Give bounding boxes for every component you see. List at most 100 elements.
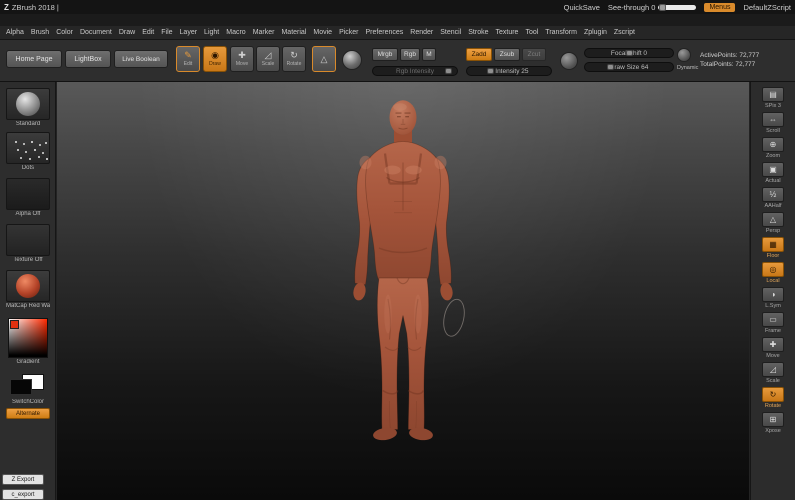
- scale-mode-button[interactable]: ◿ Scale: [256, 46, 280, 72]
- menu-stroke[interactable]: Stroke: [468, 29, 488, 36]
- z-intensity-slider[interactable]: Z Intensity 25: [466, 66, 552, 76]
- title-bar: Z ZBrush 2018 | QuickSave See-through 0 …: [0, 0, 795, 14]
- menu-zplugin[interactable]: Zplugin: [584, 29, 607, 36]
- menu-color[interactable]: Color: [56, 29, 73, 36]
- spix-slider[interactable]: ▤ SPix 3: [759, 87, 787, 109]
- see-through-track[interactable]: [658, 3, 697, 11]
- current-texture[interactable]: Texture Off: [6, 224, 50, 263]
- perspective-button[interactable]: △ Persp: [759, 212, 787, 234]
- lightbox-button[interactable]: LightBox: [65, 50, 111, 68]
- draw-mode-button[interactable]: ◉ Draw: [203, 46, 227, 72]
- menu-document[interactable]: Document: [80, 29, 112, 36]
- live-boolean-button[interactable]: Live Boolean: [114, 50, 168, 68]
- current-brush[interactable]: Standard: [6, 88, 50, 127]
- switch-color-swatches[interactable]: [6, 374, 50, 398]
- edit-mode-button[interactable]: ✎ Edit: [176, 46, 200, 72]
- menu-transform[interactable]: Transform: [545, 29, 577, 36]
- z-export-button[interactable]: Z Export: [2, 474, 44, 485]
- menu-draw[interactable]: Draw: [119, 29, 135, 36]
- menu-brush[interactable]: Brush: [31, 29, 49, 36]
- menu-picker[interactable]: Picker: [339, 29, 358, 36]
- menu-preferences[interactable]: Preferences: [366, 29, 404, 36]
- rgb-intensity-slider[interactable]: Rgb Intensity: [372, 66, 458, 76]
- focal-shift-icon[interactable]: [560, 52, 578, 70]
- top-shelf: Home Page LightBox Live Boolean ✎ Edit ◉…: [0, 40, 795, 82]
- menu-alpha[interactable]: Alpha: [6, 29, 24, 36]
- draw-size-slider[interactable]: Draw Size 64: [584, 62, 674, 72]
- frame-icon: ▭: [762, 312, 784, 327]
- rgb-button[interactable]: Rgb: [400, 48, 420, 61]
- menu-marker[interactable]: Marker: [253, 29, 275, 36]
- default-zscript-button[interactable]: DefaultZScript: [743, 3, 791, 12]
- zbrush-window: Z ZBrush 2018 | QuickSave See-through 0 …: [0, 0, 795, 500]
- sculpt-model[interactable]: [321, 88, 486, 480]
- m-button[interactable]: M: [422, 48, 436, 61]
- floor-grid-button[interactable]: ▦ Floor: [759, 237, 787, 259]
- see-through-label: See-through 0: [607, 2, 656, 12]
- menu-edit[interactable]: Edit: [142, 29, 154, 36]
- color-picker[interactable]: Gradient: [6, 318, 50, 365]
- menu-render[interactable]: Render: [410, 29, 433, 36]
- material-thumbnail[interactable]: [6, 270, 50, 302]
- color-picker-field[interactable]: [8, 318, 48, 358]
- stroke-thumbnail[interactable]: [6, 132, 50, 164]
- quicksave-button[interactable]: QuickSave: [564, 3, 600, 12]
- zsub-button[interactable]: Zsub: [494, 48, 520, 61]
- menu-texture[interactable]: Texture: [495, 29, 518, 36]
- sculptris-pro-icon: △: [320, 53, 328, 64]
- alpha-thumbnail[interactable]: [6, 178, 50, 210]
- current-material[interactable]: MatCap Red Wax: [6, 270, 50, 309]
- dynamic-draw-size-toggle[interactable]: Dynamic: [677, 65, 698, 71]
- scale-view-button[interactable]: ◿ Scale: [759, 362, 787, 384]
- aahalf-button[interactable]: ½ AAHalf: [759, 187, 787, 209]
- menu-macro[interactable]: Macro: [226, 29, 245, 36]
- local-pivot-button[interactable]: ◎ Local: [759, 262, 787, 284]
- menus-toggle[interactable]: Menus: [704, 2, 736, 12]
- scroll-button[interactable]: ⇔ Scroll: [759, 112, 787, 134]
- zadd-button[interactable]: Zadd: [466, 48, 492, 61]
- scroll-hand-icon: ⇔: [762, 112, 784, 127]
- alternate-button[interactable]: Alternate: [6, 408, 50, 419]
- brush-size-preview-icon[interactable]: [677, 48, 691, 62]
- mrgb-button[interactable]: Mrgb: [372, 48, 398, 61]
- rotate-view-button[interactable]: ↻ Rotate: [759, 387, 787, 409]
- zbrush-logo-icon: Z: [4, 2, 9, 12]
- home-page-button[interactable]: Home Page: [6, 50, 62, 68]
- material-sphere-icon[interactable]: [342, 50, 362, 70]
- focal-shift-slider[interactable]: Focal Shift 0: [584, 48, 674, 58]
- menu-tool[interactable]: Tool: [525, 29, 538, 36]
- menu-material[interactable]: Material: [281, 29, 306, 36]
- frame-button[interactable]: ▭ Frame: [759, 312, 787, 334]
- aahalf-icon: ½: [762, 187, 784, 202]
- points-readout: ActivePoints: 72,777 TotalPoints: 72,777: [700, 51, 759, 69]
- menu-light[interactable]: Light: [204, 29, 219, 36]
- current-stroke[interactable]: Dots: [6, 132, 50, 171]
- sculptris-pro-button[interactable]: △: [312, 46, 336, 72]
- local-symmetry-icon: ◑: [762, 287, 784, 302]
- actual-size-button[interactable]: ▣ Actual: [759, 162, 787, 184]
- move-view-button[interactable]: ✚ Move: [759, 337, 787, 359]
- document-canvas[interactable]: [57, 82, 749, 500]
- xpose-button[interactable]: ⊞ Xpose: [759, 412, 787, 434]
- rotate-mode-button[interactable]: ↻ Rotate: [282, 46, 306, 72]
- zoom-button[interactable]: ⊕ Zoom: [759, 137, 787, 159]
- texture-thumbnail[interactable]: [6, 224, 50, 256]
- menu-movie[interactable]: Movie: [313, 29, 332, 36]
- menu-zscript[interactable]: Zscript: [614, 29, 635, 36]
- local-symmetry-button[interactable]: ◑ L.Sym: [759, 287, 787, 309]
- menu-file[interactable]: File: [161, 29, 172, 36]
- zcut-button[interactable]: Zcut: [522, 48, 546, 61]
- right-shelf: ▤ SPix 3 ⇔ Scroll ⊕ Zoom ▣ Actual ½ AAHa…: [750, 82, 795, 500]
- switch-color[interactable]: SwitchColor: [6, 374, 50, 405]
- menu-layer[interactable]: Layer: [180, 29, 198, 36]
- active-points: ActivePoints: 72,777: [700, 52, 760, 59]
- menu-stencil[interactable]: Stencil: [440, 29, 461, 36]
- brush-thumbnail[interactable]: [6, 88, 50, 120]
- move-mode-button[interactable]: ✚ Move: [230, 46, 254, 72]
- alternate-control: Alternate: [6, 408, 50, 419]
- zoom-icon: ⊕: [762, 137, 784, 152]
- see-through-slider[interactable]: See-through 0: [608, 3, 697, 12]
- c-export-button[interactable]: c_export: [2, 489, 44, 500]
- current-color-swatch: [10, 320, 19, 329]
- current-alpha[interactable]: Alpha Off: [6, 178, 50, 217]
